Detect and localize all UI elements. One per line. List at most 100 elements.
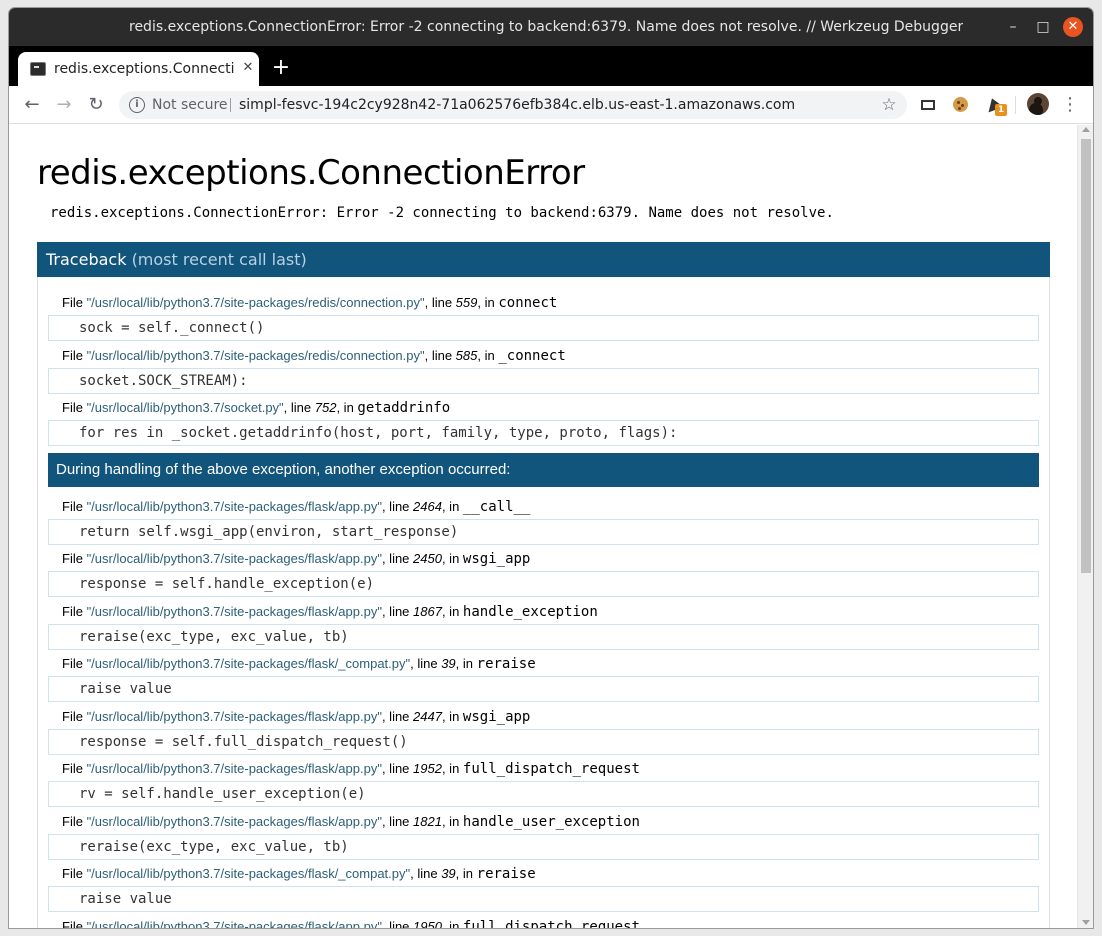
- in-prefix: , in: [455, 656, 477, 671]
- frame-function: handle_user_exception: [462, 813, 640, 830]
- in-prefix: , in: [441, 551, 463, 566]
- scrollbar-thumb[interactable]: [1081, 139, 1091, 573]
- scroll-up-icon[interactable]: [1082, 127, 1090, 132]
- line-prefix: , line: [410, 656, 442, 671]
- frame-line-number: 1867: [413, 603, 442, 619]
- maximize-button[interactable]: □: [1033, 17, 1053, 37]
- file-prefix: File: [62, 813, 87, 829]
- frame-line-number: 1821: [413, 813, 442, 829]
- frame-location: File "/usr/local/lib/python3.7/site-pack…: [48, 604, 1039, 620]
- line-prefix: , line: [283, 400, 315, 415]
- security-label[interactable]: Not secure: [152, 91, 228, 119]
- browser-toolbar: ← → ↻ i Not secure simpl-fesvc-194c2cy92…: [9, 86, 1093, 124]
- in-prefix: , in: [477, 347, 499, 363]
- window-title: redis.exceptions.ConnectionError: Error …: [129, 19, 963, 35]
- frame-filename[interactable]: "/usr/local/lib/python3.7/site-packages/…: [87, 761, 382, 776]
- reload-button[interactable]: ↻: [83, 92, 109, 118]
- frame-code[interactable]: rv = self.handle_user_exception(e): [48, 781, 1039, 807]
- frame-code[interactable]: reraise(exc_type, exc_value, tb): [48, 833, 1039, 860]
- kebab-menu-icon[interactable]: ⋮: [1061, 92, 1079, 118]
- traceback-header: Traceback (most recent call last): [37, 242, 1050, 277]
- traceback-subtitle: (most recent call last): [131, 250, 307, 269]
- frame-filename[interactable]: "/usr/local/lib/python3.7/site-packages/…: [87, 709, 382, 724]
- traceback-frame: File "/usr/local/lib/python3.7/site-pack…: [48, 919, 1039, 929]
- url-text[interactable]: simpl-fesvc-194c2cy928n42-71a062576efb38…: [239, 91, 795, 119]
- profile-avatar[interactable]: [1027, 93, 1049, 115]
- file-prefix: File: [62, 603, 87, 619]
- frame-code[interactable]: raise value: [48, 676, 1039, 702]
- frame-code[interactable]: response = self.handle_exception(e): [48, 571, 1039, 597]
- frame-function: getaddrinfo: [357, 400, 451, 416]
- frame-function: full_dispatch_request: [462, 761, 640, 777]
- close-window-button[interactable]: ✕: [1063, 17, 1083, 37]
- traceback-frame: File "/usr/local/lib/python3.7/socket.py…: [48, 400, 1039, 453]
- line-prefix: , line: [381, 708, 414, 724]
- frame-filename[interactable]: "/usr/local/lib/python3.7/site-packages/…: [87, 348, 425, 363]
- frame-function: connect: [498, 295, 558, 311]
- frame-code[interactable]: reraise(exc_type, exc_value, tb): [48, 623, 1039, 650]
- tab-strip: redis.exceptions.ConnectionError ✕ +: [9, 46, 1093, 86]
- frame-location: File "/usr/local/lib/python3.7/site-pack…: [48, 761, 1039, 777]
- line-prefix: , line: [381, 498, 414, 514]
- back-button[interactable]: ←: [19, 92, 45, 118]
- frame-code[interactable]: raise value: [48, 886, 1039, 912]
- tab-close-icon[interactable]: ✕: [240, 60, 256, 76]
- frame-filename[interactable]: "/usr/local/lib/python3.7/site-packages/…: [87, 814, 382, 829]
- mountain-extension-icon[interactable]: 1: [983, 94, 1007, 116]
- frame-line-number: 585: [455, 347, 478, 363]
- screenshot-extension-icon[interactable]: [917, 94, 939, 116]
- cookie-extension-icon[interactable]: [949, 94, 971, 116]
- page-content: redis.exceptions.ConnectionError redis.e…: [9, 125, 1077, 928]
- file-prefix: File: [62, 400, 87, 415]
- line-prefix: , line: [381, 761, 414, 776]
- frame-location: File "/usr/local/lib/python3.7/site-pack…: [48, 866, 1039, 882]
- vertical-scrollbar[interactable]: [1077, 125, 1093, 928]
- frame-code[interactable]: socket.SOCK_STREAM):: [48, 367, 1039, 394]
- line-prefix: , line: [381, 813, 414, 829]
- frame-filename[interactable]: "/usr/local/lib/python3.7/site-packages/…: [87, 604, 382, 619]
- forward-button[interactable]: →: [51, 92, 77, 118]
- frame-filename[interactable]: "/usr/local/lib/python3.7/site-packages/…: [87, 919, 382, 929]
- traceback-frame: File "/usr/local/lib/python3.7/site-pack…: [48, 499, 1039, 552]
- extension-badge: 1: [995, 104, 1007, 116]
- scroll-down-icon[interactable]: [1082, 920, 1090, 925]
- address-bar[interactable]: i Not secure simpl-fesvc-194c2cy928n42-7…: [119, 91, 907, 119]
- in-prefix: , in: [441, 813, 463, 829]
- bookmark-star-icon[interactable]: ☆: [879, 94, 899, 116]
- browser-window: redis.exceptions.ConnectionError: Error …: [9, 8, 1093, 928]
- frame-filename[interactable]: "/usr/local/lib/python3.7/site-packages/…: [87, 551, 382, 566]
- file-prefix: File: [62, 498, 87, 514]
- tab-active[interactable]: redis.exceptions.ConnectionError ✕: [18, 52, 259, 86]
- in-prefix: , in: [441, 603, 463, 619]
- tab-title: redis.exceptions.ConnectionError: [54, 61, 234, 77]
- file-prefix: File: [62, 295, 87, 310]
- frame-function: reraise: [476, 656, 536, 672]
- traceback-label: Traceback: [46, 250, 127, 269]
- frame-filename[interactable]: "/usr/local/lib/python3.7/site-packages/…: [87, 295, 425, 310]
- traceback-frame: File "/usr/local/lib/python3.7/site-pack…: [48, 604, 1039, 657]
- traceback-frame: File "/usr/local/lib/python3.7/site-pack…: [48, 761, 1039, 814]
- traceback-frame: File "/usr/local/lib/python3.7/site-pack…: [48, 814, 1039, 867]
- frame-location: File "/usr/local/lib/python3.7/site-pack…: [48, 814, 1039, 830]
- frame-code[interactable]: response = self.full_dispatch_request(): [48, 728, 1039, 755]
- minimize-button[interactable]: –: [1003, 17, 1023, 37]
- frame-filename[interactable]: "/usr/local/lib/python3.7/site-packages/…: [87, 656, 411, 671]
- frame-location: File "/usr/local/lib/python3.7/site-pack…: [48, 656, 1039, 672]
- file-prefix: File: [62, 708, 87, 724]
- file-prefix: File: [62, 656, 87, 671]
- line-prefix: , line: [424, 347, 456, 363]
- frame-filename[interactable]: "/usr/local/lib/python3.7/site-packages/…: [87, 866, 411, 881]
- frame-function: handle_exception: [462, 603, 598, 620]
- frame-code[interactable]: sock = self._connect(): [48, 315, 1039, 341]
- frame-filename[interactable]: "/usr/local/lib/python3.7/socket.py": [87, 400, 284, 415]
- frame-line-number: 2450: [413, 551, 442, 566]
- new-tab-button[interactable]: +: [269, 56, 293, 80]
- frame-code[interactable]: return self.wsgi_app(environ, start_resp…: [48, 518, 1039, 545]
- info-icon[interactable]: i: [129, 97, 145, 113]
- in-prefix: , in: [441, 708, 463, 724]
- frame-filename[interactable]: "/usr/local/lib/python3.7/site-packages/…: [87, 499, 382, 514]
- terminal-icon: [30, 62, 46, 76]
- frame-line-number: 752: [314, 400, 337, 415]
- traceback-frame: File "/usr/local/lib/python3.7/site-pack…: [48, 295, 1039, 348]
- frame-code[interactable]: for res in _socket.getaddrinfo(host, por…: [48, 420, 1039, 446]
